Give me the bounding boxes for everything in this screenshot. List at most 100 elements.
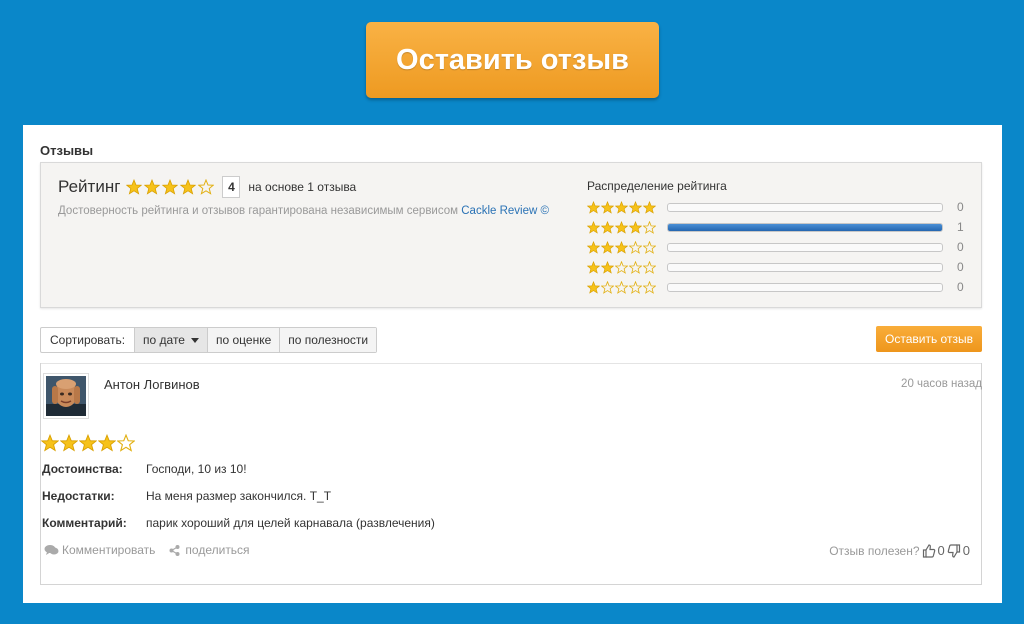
section-title: Отзывы — [40, 143, 94, 158]
star-empty-icon — [615, 280, 628, 294]
star-filled-icon — [629, 200, 642, 214]
cons-label: Недостатки: — [42, 489, 115, 503]
star-filled-icon — [615, 240, 628, 254]
star-empty-icon — [629, 280, 642, 294]
star-empty-icon — [643, 220, 656, 234]
cons-text: На меня размер закончился. T_T — [146, 489, 332, 503]
distribution-bar — [666, 282, 944, 292]
star-filled-icon — [79, 434, 97, 452]
avatar[interactable] — [43, 373, 89, 419]
sort-label: Сортировать: — [50, 333, 126, 347]
star-filled-icon — [180, 179, 197, 195]
pros-label: Достоинства: — [42, 462, 123, 476]
distribution-row-5: 0 — [587, 197, 967, 217]
based-on-text: на основе 1 отзыва — [248, 180, 357, 194]
rating-label: Рейтинг — [58, 177, 121, 196]
comment-text: парик хороший для целей карнавала (развл… — [146, 516, 435, 530]
star-filled-icon — [587, 240, 600, 254]
star-filled-icon — [98, 434, 116, 452]
helpful-block: Отзыв полезен? 0 0 — [829, 543, 972, 558]
sort-by-date-button[interactable]: по дате — [134, 328, 207, 352]
sort-by-rating-button[interactable]: по оценке — [206, 328, 280, 352]
distribution-count: 0 — [957, 240, 964, 254]
distribution-bar — [666, 202, 944, 212]
star-filled-icon — [126, 179, 143, 195]
star-empty-icon — [643, 240, 656, 254]
distribution-stars — [587, 260, 663, 274]
distribution-count: 1 — [957, 220, 964, 234]
star-filled-icon — [601, 200, 614, 214]
pros-text: Господи, 10 из 10! — [146, 462, 247, 476]
sort-bar: Сортировать: по дате по оценке по полезн… — [40, 327, 378, 353]
sort-by-usefulness-button[interactable]: по полезности — [279, 328, 377, 352]
star-filled-icon — [162, 179, 179, 195]
star-empty-icon — [629, 260, 642, 274]
distribution-count: 0 — [957, 200, 964, 214]
distribution-bar — [666, 242, 944, 252]
star-filled-icon — [615, 220, 628, 234]
sort-by-date-label: по дате — [143, 333, 185, 347]
star-filled-icon — [601, 220, 614, 234]
rating-stars — [126, 179, 216, 195]
trust-text: Достоверность рейтинга и отзывов гаранти… — [58, 205, 549, 217]
reviews-panel: Отзывы Рейтинг 4 на основе 1 отзыва Дост… — [23, 125, 1002, 603]
avatar-image — [46, 376, 86, 416]
star-filled-icon — [601, 240, 614, 254]
helpful-label: Отзыв полезен? — [829, 543, 920, 558]
distribution-stars — [587, 200, 663, 214]
star-empty-icon — [643, 260, 656, 274]
review-author[interactable]: Антон Логвинов — [104, 377, 200, 392]
distribution-title: Распределение рейтинга — [587, 179, 727, 193]
rating-value: 4 — [222, 176, 241, 198]
star-empty-icon — [643, 280, 656, 294]
distribution-stars — [587, 220, 663, 234]
star-filled-icon — [643, 200, 656, 214]
star-filled-icon — [587, 200, 600, 214]
distribution-count: 0 — [957, 280, 964, 294]
star-filled-icon — [587, 220, 600, 234]
distribution-row-2: 0 — [587, 257, 967, 277]
rating-distribution: Распределение рейтинга 0 1 0 0 0 — [587, 179, 967, 297]
thumbs-up-icon[interactable] — [922, 543, 936, 558]
trust-text-label: Достоверность рейтинга и отзывов гаранти… — [58, 205, 459, 217]
star-filled-icon — [601, 260, 614, 274]
cackle-review-link[interactable]: Cackle Review © — [461, 205, 549, 217]
star-filled-icon — [615, 200, 628, 214]
distribution-bar — [666, 222, 944, 232]
distribution-bar — [666, 262, 944, 272]
thumbs-down-icon[interactable] — [947, 543, 961, 558]
star-filled-icon — [629, 220, 642, 234]
review-stars — [41, 434, 136, 452]
comment-action[interactable]: Комментировать — [44, 543, 155, 557]
star-filled-icon — [587, 260, 600, 274]
star-empty-icon — [198, 179, 215, 195]
star-empty-icon — [601, 280, 614, 294]
distribution-row-3: 0 — [587, 237, 967, 257]
distribution-row-1: 0 — [587, 277, 967, 297]
comment-label: Комментарий: — [42, 516, 127, 530]
share-action[interactable]: поделиться — [169, 543, 250, 557]
share-action-label: поделиться — [185, 543, 250, 557]
leave-review-small-button[interactable]: Оставить отзыв — [876, 326, 982, 352]
leave-review-button[interactable]: Оставить отзыв — [366, 22, 659, 98]
star-filled-icon — [60, 434, 78, 452]
dislikes-count: 0 — [962, 543, 970, 558]
star-empty-icon — [629, 240, 642, 254]
star-filled-icon — [41, 434, 59, 452]
distribution-bar-fill — [667, 223, 943, 231]
star-empty-icon — [117, 434, 135, 452]
review-cons: Недостатки: На меня размер закончился. T… — [42, 489, 331, 503]
distribution-row-4: 1 — [587, 217, 967, 237]
review-item: Антон Логвинов 20 часов назад Достоинств… — [40, 363, 982, 585]
star-filled-icon — [144, 179, 161, 195]
distribution-stars — [587, 280, 663, 294]
speech-bubble-icon — [44, 545, 59, 555]
share-icon — [169, 544, 180, 556]
review-time: 20 часов назад — [901, 378, 982, 390]
comment-action-label: Комментировать — [62, 543, 156, 557]
review-comment: Комментарий: парик хороший для целей кар… — [42, 516, 435, 530]
distribution-count: 0 — [957, 260, 964, 274]
star-filled-icon — [587, 280, 600, 294]
distribution-stars — [587, 240, 663, 254]
star-empty-icon — [615, 260, 628, 274]
